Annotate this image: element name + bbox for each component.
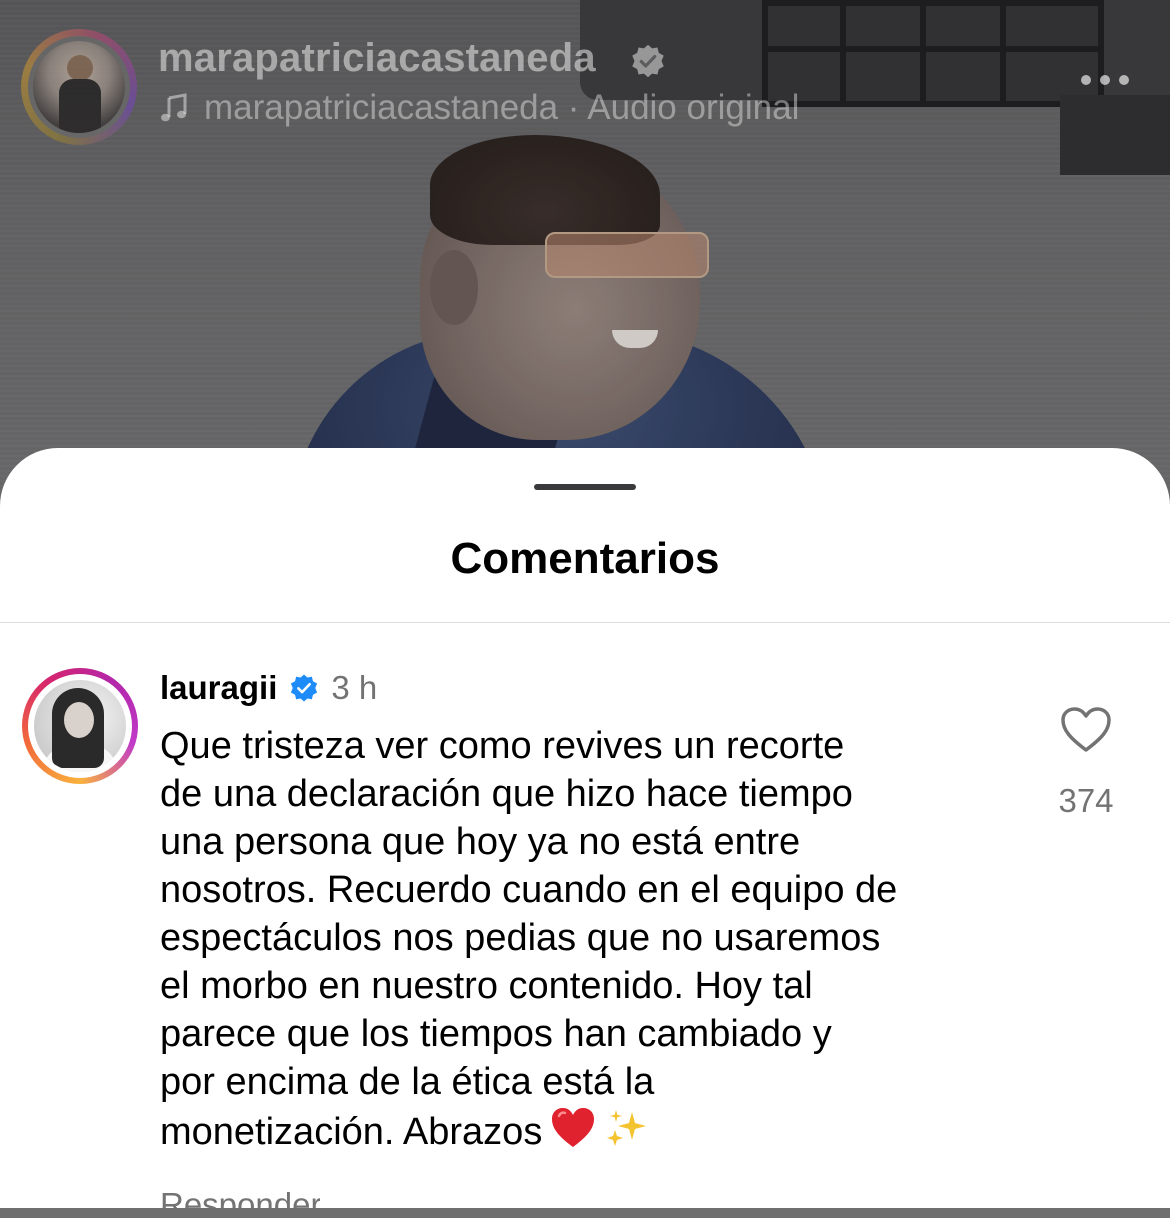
- more-horizontal-icon[interactable]: [1078, 72, 1132, 88]
- comment-timestamp: 3 h: [331, 669, 378, 706]
- sparkles-icon: ✨: [607, 1110, 647, 1146]
- red-heart-icon: ❤️: [552, 1108, 595, 1147]
- author-avatar-face: [67, 55, 93, 81]
- verified-badge-icon: [632, 44, 664, 78]
- comments-sheet: Comentarios lauragii 3 h Que tristeza ve…: [0, 448, 1170, 1208]
- comment-line: parece que los tiempos han cambiado y: [160, 1013, 832, 1055]
- verified-badge-icon: [291, 674, 318, 702]
- like-count: 374: [1058, 782, 1114, 819]
- comment-line: el morbo en nuestro contenido. Hoy tal: [160, 965, 813, 1007]
- comment-line: una persona que hoy ya no está entre: [160, 821, 801, 863]
- comment-line: Que tristeza ver como revives un recorte: [160, 725, 845, 767]
- author-avatar[interactable]: [21, 29, 137, 145]
- comment-last-line: monetización. Abrazos ❤️ ✨: [160, 1106, 1020, 1156]
- comment-line: espectáculos nos pedias que no usaremos: [160, 917, 881, 959]
- author-username[interactable]: marapatriciacastaneda: [158, 36, 596, 84]
- heart-like-icon[interactable]: [1060, 706, 1112, 754]
- reel-header: marapatriciacastaneda marapatriciacastan…: [0, 0, 1170, 150]
- audio-row[interactable]: marapatriciacastaneda · Audio original: [158, 88, 799, 128]
- comment-text: Que tristeza ver como revives un recorte…: [160, 722, 1020, 1156]
- comment-line: de una declaración que hizo hace tiempo: [160, 773, 853, 815]
- commenter-avatar-photo: [34, 680, 126, 772]
- comment-item: lauragii 3 h Que tristeza ver como reviv…: [0, 658, 1170, 1218]
- author-avatar-body: [59, 79, 101, 133]
- commenter-avatar-face: [64, 702, 94, 738]
- commenter-avatar[interactable]: [22, 668, 138, 784]
- author-avatar-photo: [33, 41, 125, 133]
- sheet-divider: [0, 622, 1170, 623]
- reply-button-peek[interactable]: Responder: [160, 1188, 320, 1208]
- commenter-username[interactable]: lauragii: [160, 669, 277, 707]
- comment-header: lauragii 3 h: [160, 668, 377, 708]
- music-note-icon: [161, 93, 187, 122]
- audio-label: marapatriciacastaneda · Audio original: [204, 88, 800, 127]
- comment-line: nosotros. Recuerdo cuando en el equipo d…: [160, 869, 898, 911]
- comment-line: por encima de la ética está la: [160, 1061, 655, 1103]
- sheet-title: Comentarios: [450, 534, 720, 583]
- sheet-grabber-handle[interactable]: [534, 484, 636, 490]
- comment-line: monetización. Abrazos: [160, 1111, 543, 1153]
